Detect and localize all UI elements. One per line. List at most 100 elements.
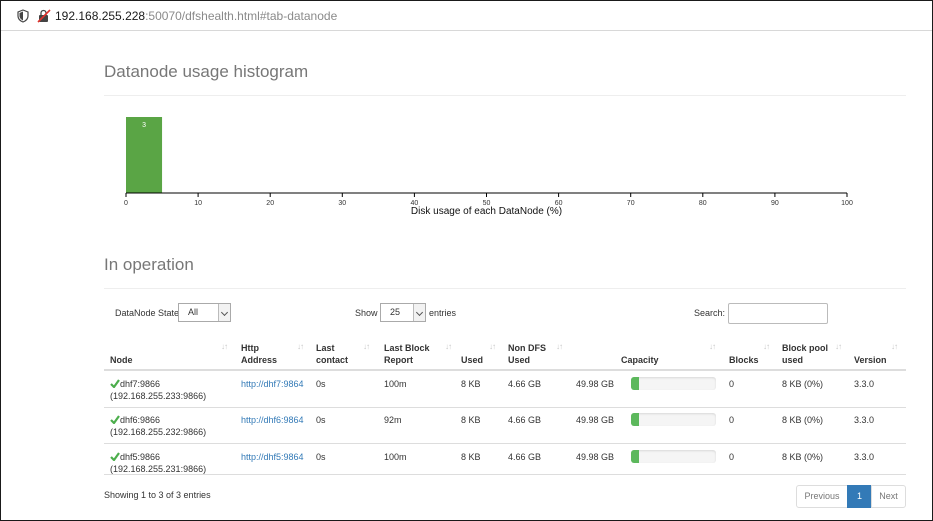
divider [104,95,906,96]
column-header[interactable]: Report [384,354,413,366]
sort-icon[interactable]: ↓↑ [763,342,770,351]
column-header[interactable]: Used [461,354,483,366]
x-axis-tick-label: 100 [841,200,853,207]
http-address-link[interactable]: http://dhf5:9864 [241,451,304,463]
column-header[interactable]: Last Block [384,342,430,354]
version: 3.3.0 [854,415,875,425]
version: 3.3.0 [854,452,875,462]
block-pool-used: 8 KB (0%) [782,452,824,462]
node-address: (192.168.255.233:9866) [110,391,207,401]
x-axis-title: Disk usage of each DataNode (%) [411,206,562,217]
divider [104,288,906,289]
capacity: 49.98 GB [576,452,615,462]
histogram-title: Datanode usage histogram [104,62,309,81]
x-axis-tick-label: 0 [124,200,128,207]
column-header[interactable]: Non DFS [508,342,546,354]
page-length-select[interactable]: 25 [380,303,426,322]
row-divider [104,407,906,408]
block-pool-used: 8 KB (0%) [782,415,824,425]
sort-icon[interactable]: ↓↑ [221,342,228,351]
column-header[interactable]: contact [316,354,348,366]
node-address: (192.168.255.232:9866) [110,427,207,437]
node-name: dhf7:9866 [120,379,161,389]
last-contact: 0s [316,415,326,425]
page-length-value: 25 [390,307,401,317]
check-icon [110,415,120,424]
previous-page-button[interactable]: Previous [796,485,848,508]
sort-icon[interactable]: ↓↑ [445,342,452,351]
operation-title: In operation [104,255,194,274]
block-pool-used: 8 KB (0%) [782,379,824,389]
check-icon [110,379,120,388]
state-filter-value: All [188,307,199,317]
capacity-progress-bar [631,377,716,390]
used: 8 KB [461,415,481,425]
row-divider [104,474,906,475]
column-header[interactable]: Address [241,354,277,366]
chevron-down-icon [413,304,425,321]
node-name: dhf6:9866 [120,415,161,425]
column-header[interactable]: Block pool [782,342,828,354]
http-address-link[interactable]: http://dhf7:9864 [241,378,304,390]
capacity: 49.98 GB [576,379,615,389]
address-bar[interactable]: 192.168.255.228:50070/dfshealth.html#tab… [1,1,932,31]
capacity-progress-bar [631,413,716,426]
last-block-report: 100m [384,452,407,462]
column-header[interactable]: Node [110,354,133,366]
table-info: Showing 1 to 3 of 3 entries [104,490,211,500]
url-host: 192.168.255.228 [55,9,146,23]
chevron-down-icon [218,304,230,321]
search-input[interactable] [728,303,828,324]
table-header-border [104,369,906,371]
column-header[interactable]: Used [508,354,530,366]
column-header[interactable]: Capacity [621,354,659,366]
non-dfs-used: 4.66 GB [508,415,542,425]
page-1-button[interactable]: 1 [847,485,872,508]
insecure-lock-icon[interactable] [37,9,51,23]
column-header[interactable]: Http [241,342,259,354]
check-icon [110,452,120,461]
node-name: dhf5:9866 [120,452,161,462]
http-address-link[interactable]: http://dhf6:9864 [241,414,304,426]
blocks: 0 [729,452,735,462]
x-axis-tick-label: 10 [194,200,202,207]
non-dfs-used: 4.66 GB [508,379,542,389]
capacity-progress-fill [631,450,639,463]
sort-icon[interactable]: ↓↑ [891,342,898,351]
column-header[interactable]: Version [854,354,887,366]
column-header[interactable]: Last [316,342,335,354]
version: 3.3.0 [854,379,875,389]
capacity-progress-bar [631,450,716,463]
usage-histogram-chart: 30 10 20 30 40 50 60 70 80 90 100Disk usage of eac… [124,117,853,217]
x-axis-tick-label: 80 [699,200,707,207]
sort-icon[interactable]: ↓↑ [363,342,370,351]
used: 8 KB [461,379,481,389]
x-axis-tick-label: 90 [771,200,779,207]
next-page-button[interactable]: Next [871,485,906,508]
non-dfs-used: 4.66 GB [508,452,542,462]
state-filter-select[interactable]: All [178,303,231,322]
url-text[interactable]: 192.168.255.228:50070/dfshealth.html#tab… [55,8,337,24]
url-path: :50070/dfshealth.html#tab-datanode [145,9,338,23]
capacity-progress-fill [631,413,639,426]
blocks: 0 [729,379,735,389]
sort-icon[interactable]: ↓↑ [489,342,496,351]
search-label: Search: [694,308,726,318]
column-header[interactable]: Blocks [729,354,759,366]
histogram-bar-label: 3 [142,122,146,129]
used: 8 KB [461,452,481,462]
column-header[interactable]: used [782,354,803,366]
x-axis-tick-label: 30 [338,200,346,207]
x-axis-tick-label: 20 [266,200,274,207]
shield-icon[interactable] [17,9,29,23]
x-axis-tick-label: 70 [627,200,635,207]
last-contact: 0s [316,379,326,389]
show-label: Show [355,308,378,318]
row-divider [104,443,906,444]
sort-icon[interactable]: ↓↑ [835,342,842,351]
capacity-progress-fill [631,377,639,390]
sort-icon[interactable]: ↓↑ [556,342,563,351]
sort-icon[interactable]: ↓↑ [297,342,304,351]
capacity: 49.98 GB [576,415,615,425]
sort-icon[interactable]: ↓↑ [709,342,716,351]
